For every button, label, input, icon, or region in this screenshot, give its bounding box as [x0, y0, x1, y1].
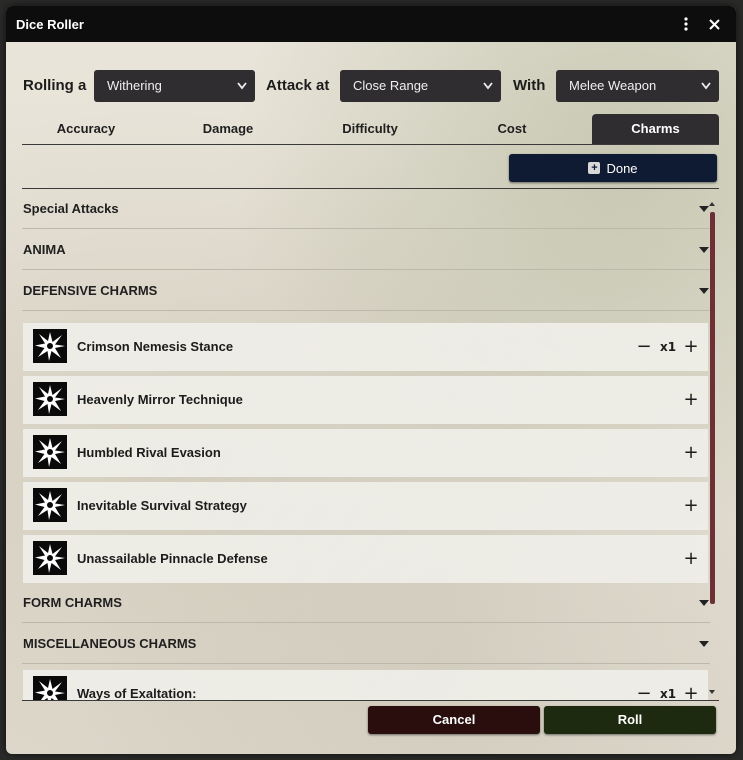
- done-label: Done: [606, 160, 638, 176]
- minus-button[interactable]: −: [636, 670, 652, 700]
- vertical-dots-icon[interactable]: [674, 6, 698, 42]
- tab-cost[interactable]: Cost: [448, 114, 576, 144]
- charm-row: Inevitable Survival Strategy +: [23, 482, 708, 530]
- tab-damage[interactable]: Damage: [164, 114, 292, 144]
- section-label: ANIMA: [23, 242, 66, 257]
- tab-difficulty[interactable]: Difficulty: [306, 114, 434, 144]
- chevron-down-icon: [483, 82, 493, 90]
- rolling-label: Rolling a: [23, 77, 87, 94]
- plus-button[interactable]: +: [683, 376, 699, 424]
- title-bar: Dice Roller: [6, 6, 736, 42]
- dice-roller-window: Dice Roller Rolling a Withering Attack a…: [6, 6, 736, 754]
- weapon-select[interactable]: Melee Weapon: [556, 70, 719, 102]
- close-icon[interactable]: [702, 6, 726, 42]
- roll-button[interactable]: Roll: [544, 706, 716, 734]
- attack-label: Attack at: [266, 77, 330, 94]
- charm-quantity: x1: [659, 340, 677, 354]
- tab-charms[interactable]: Charms: [592, 114, 719, 144]
- scroll-up-icon[interactable]: [709, 202, 715, 206]
- section-form-charms[interactable]: FORM CHARMS: [22, 583, 710, 623]
- range-value: Close Range: [353, 78, 429, 93]
- tab-bar: Accuracy Damage Difficulty Cost Charms: [22, 114, 719, 145]
- charm-row: Unassailable Pinnacle Defense +: [23, 535, 708, 583]
- section-miscellaneous-charms[interactable]: MISCELLANEOUS CHARMS: [22, 624, 710, 664]
- charm-name: Crimson Nemesis Stance: [77, 339, 234, 354]
- plus-button[interactable]: +: [683, 670, 699, 700]
- roll-type-select[interactable]: Withering: [94, 70, 255, 102]
- weapon-value: Melee Weapon: [569, 78, 657, 93]
- charm-list: Special Attacks ANIMA DEFENSIVE CHARMS C…: [22, 188, 719, 700]
- list-scrollbar[interactable]: [708, 202, 718, 698]
- burst-icon: [33, 435, 67, 469]
- scroll-down-icon[interactable]: [709, 690, 715, 694]
- done-button[interactable]: + Done: [509, 154, 717, 182]
- charm-name: Humbled Rival Evasion: [77, 445, 221, 460]
- chevron-down-icon: [701, 82, 711, 90]
- plus-square-icon: +: [588, 162, 601, 174]
- chevron-down-icon: [237, 82, 247, 90]
- charm-name: Inevitable Survival Strategy: [77, 498, 247, 513]
- roll-options-row: Rolling a Withering Attack at Close Rang…: [22, 70, 722, 102]
- charm-name: Ways of Exaltation:: [77, 686, 197, 700]
- scrollbar-thumb[interactable]: [710, 212, 715, 604]
- charm-name: Heavenly Mirror Technique: [77, 392, 243, 407]
- charm-row: Humbled Rival Evasion +: [23, 429, 708, 477]
- burst-icon: [33, 488, 67, 522]
- plus-button[interactable]: +: [683, 482, 699, 530]
- plus-button[interactable]: +: [683, 323, 699, 371]
- roll-type-value: Withering: [107, 78, 162, 93]
- section-defensive-charms[interactable]: DEFENSIVE CHARMS: [22, 271, 710, 311]
- section-label: Special Attacks: [23, 201, 119, 216]
- burst-icon: [33, 541, 67, 575]
- section-special-attacks[interactable]: Special Attacks: [22, 189, 710, 229]
- footer-divider: [22, 700, 719, 702]
- charm-row: Heavenly Mirror Technique +: [23, 376, 708, 424]
- cancel-button[interactable]: Cancel: [368, 706, 540, 734]
- burst-icon: [33, 676, 67, 700]
- tab-accuracy[interactable]: Accuracy: [22, 114, 150, 144]
- charm-row: Crimson Nemesis Stance − x1 +: [23, 323, 708, 371]
- plus-button[interactable]: +: [683, 535, 699, 583]
- section-label: DEFENSIVE CHARMS: [23, 283, 158, 298]
- minus-button[interactable]: −: [636, 323, 652, 371]
- charm-name: Unassailable Pinnacle Defense: [77, 551, 268, 566]
- section-label: MISCELLANEOUS CHARMS: [23, 636, 197, 651]
- with-label: With: [513, 77, 546, 94]
- section-label: FORM CHARMS: [23, 595, 122, 610]
- charm-row: Ways of Exaltation: − x1 +: [23, 670, 708, 700]
- window-title: Dice Roller: [16, 16, 84, 32]
- burst-icon: [33, 382, 67, 416]
- range-select[interactable]: Close Range: [340, 70, 501, 102]
- burst-icon: [33, 329, 67, 363]
- plus-button[interactable]: +: [683, 429, 699, 477]
- charm-quantity: x1: [659, 687, 677, 700]
- section-anima[interactable]: ANIMA: [22, 230, 710, 270]
